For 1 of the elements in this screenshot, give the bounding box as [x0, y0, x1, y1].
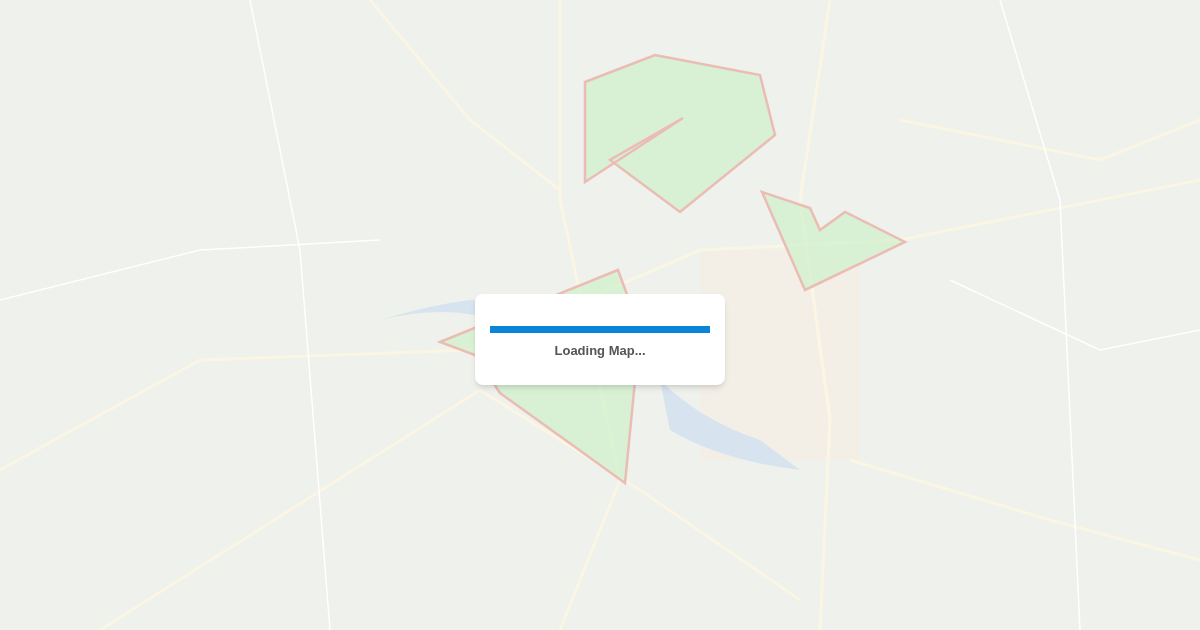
loading-text: Loading Map... — [554, 342, 646, 361]
